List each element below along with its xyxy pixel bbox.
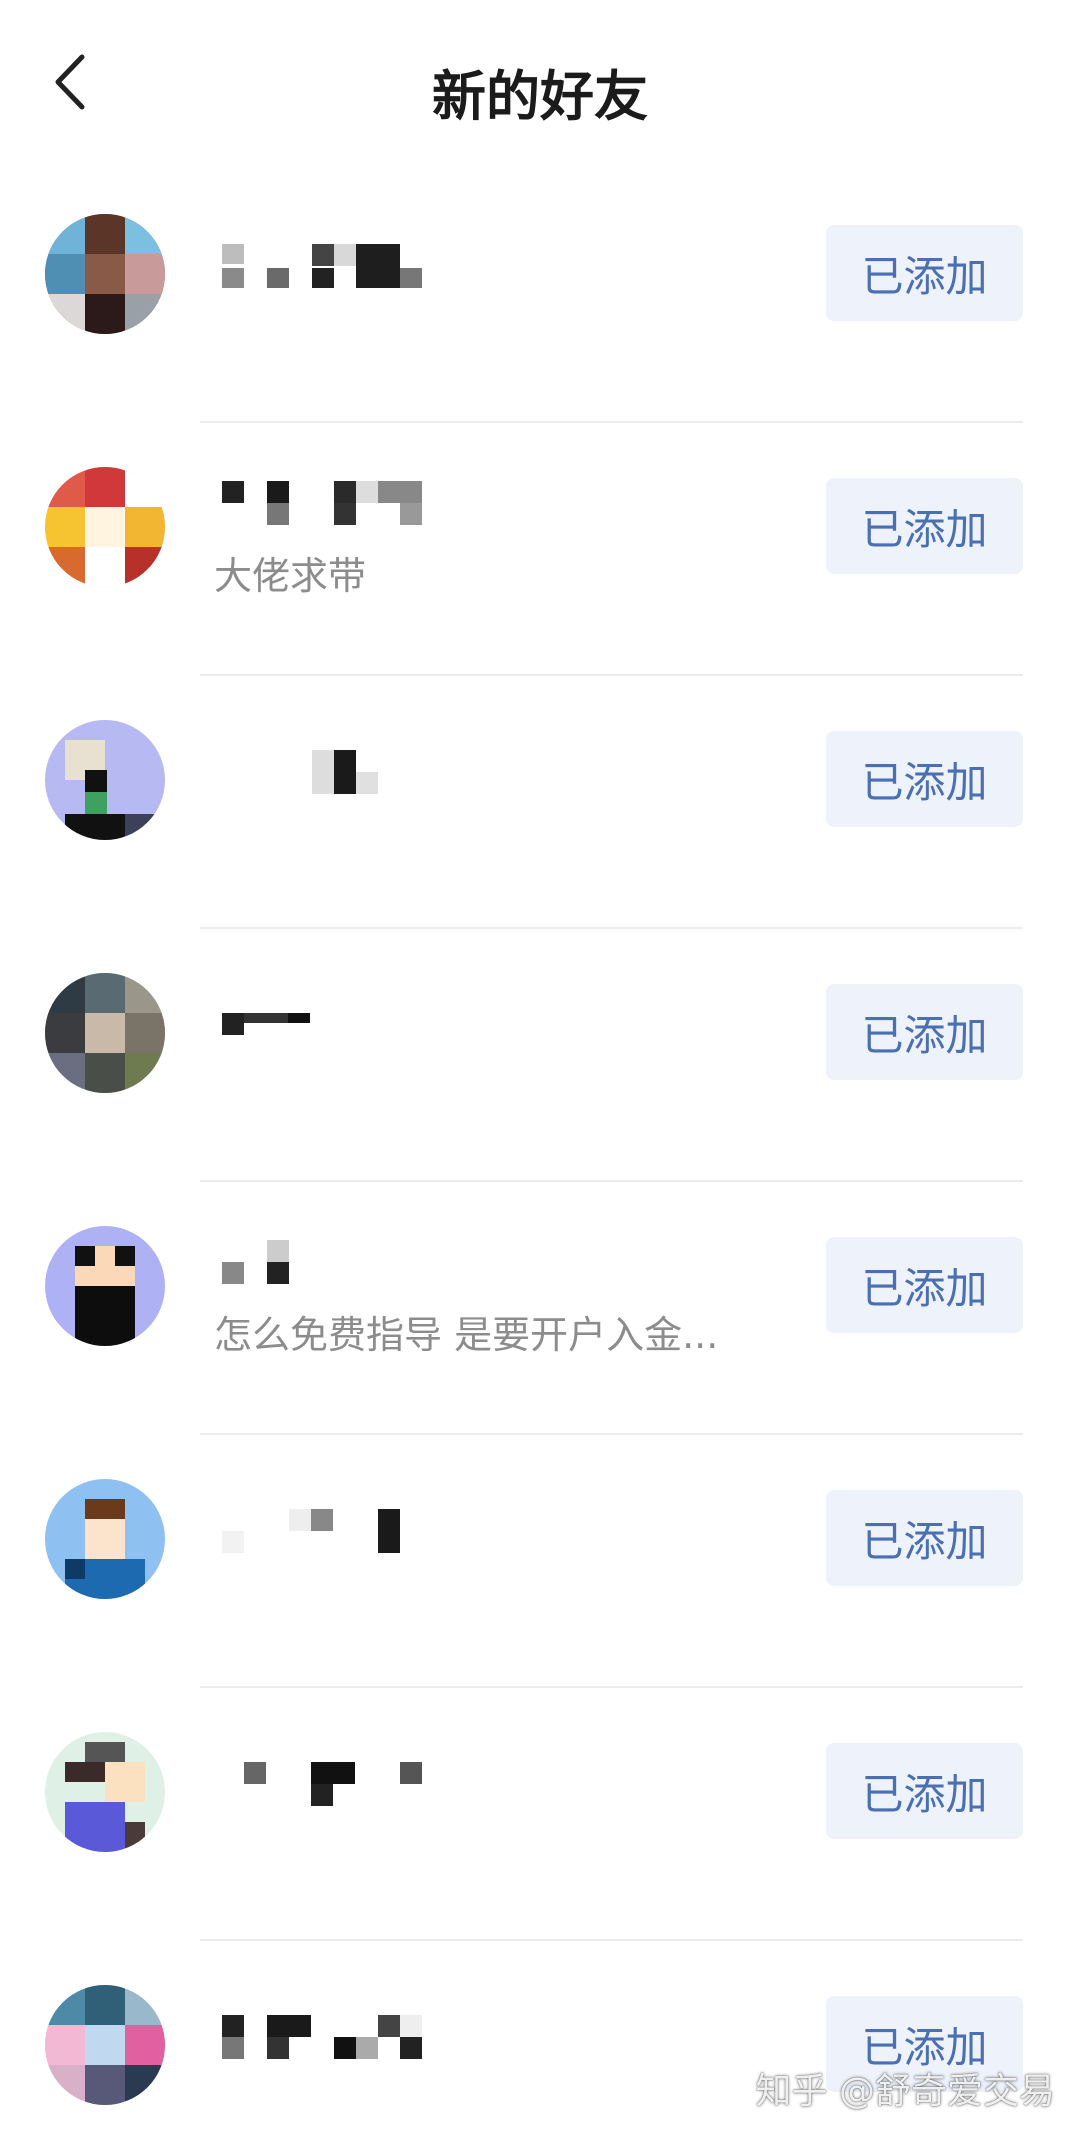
- friend-list: 已添加 大佬求带 已添加 已添加 已添加 怎么免费指导 是要开户入金... 已添…: [0, 170, 1080, 2136]
- avatar[interactable]: [45, 1985, 165, 2105]
- added-button[interactable]: 已添加: [826, 1237, 1023, 1333]
- friend-name-pixelated: [222, 481, 452, 527]
- header: 新的好友: [0, 0, 1080, 165]
- avatar[interactable]: [45, 973, 165, 1093]
- friend-name-pixelated: [222, 750, 452, 796]
- added-button[interactable]: 已添加: [826, 984, 1023, 1080]
- friend-name-pixelated: [222, 2015, 452, 2061]
- added-button[interactable]: 已添加: [826, 1743, 1023, 1839]
- avatar[interactable]: [45, 1226, 165, 1346]
- friend-row[interactable]: 已添加: [0, 929, 1080, 1182]
- added-button[interactable]: 已添加: [826, 731, 1023, 827]
- friend-name-pixelated: [222, 1762, 452, 1808]
- friend-row[interactable]: 已添加: [0, 1688, 1080, 1941]
- page-title: 新的好友: [432, 65, 648, 128]
- friend-row[interactable]: 已添加: [0, 1435, 1080, 1688]
- avatar[interactable]: [45, 1479, 165, 1599]
- friend-row[interactable]: 已添加: [0, 676, 1080, 929]
- friend-name-pixelated: [222, 1240, 452, 1286]
- friend-message: 大佬求带: [214, 554, 367, 598]
- friend-name-pixelated: [222, 1509, 452, 1555]
- watermark-text: 知乎 @舒奇爱交易: [755, 2071, 1055, 2112]
- friend-message: 怎么免费指导 是要开户入金...: [214, 1313, 719, 1357]
- added-button[interactable]: 已添加: [826, 225, 1023, 321]
- new-friends-screen: 新的好友 已添加 大佬求带 已添加 已添加 已添加 怎么免费指导 是要开户入金.…: [0, 0, 1080, 2136]
- added-button[interactable]: 已添加: [826, 478, 1023, 574]
- friend-row[interactable]: 大佬求带 已添加: [0, 423, 1080, 676]
- friend-name-pixelated: [222, 1003, 452, 1049]
- added-button[interactable]: 已添加: [826, 1490, 1023, 1586]
- friend-row[interactable]: 已添加: [0, 170, 1080, 423]
- friend-name-pixelated: [222, 244, 452, 290]
- avatar[interactable]: [45, 467, 165, 587]
- friend-row[interactable]: 怎么免费指导 是要开户入金... 已添加: [0, 1182, 1080, 1435]
- avatar[interactable]: [45, 1732, 165, 1852]
- avatar[interactable]: [45, 720, 165, 840]
- avatar[interactable]: [45, 214, 165, 334]
